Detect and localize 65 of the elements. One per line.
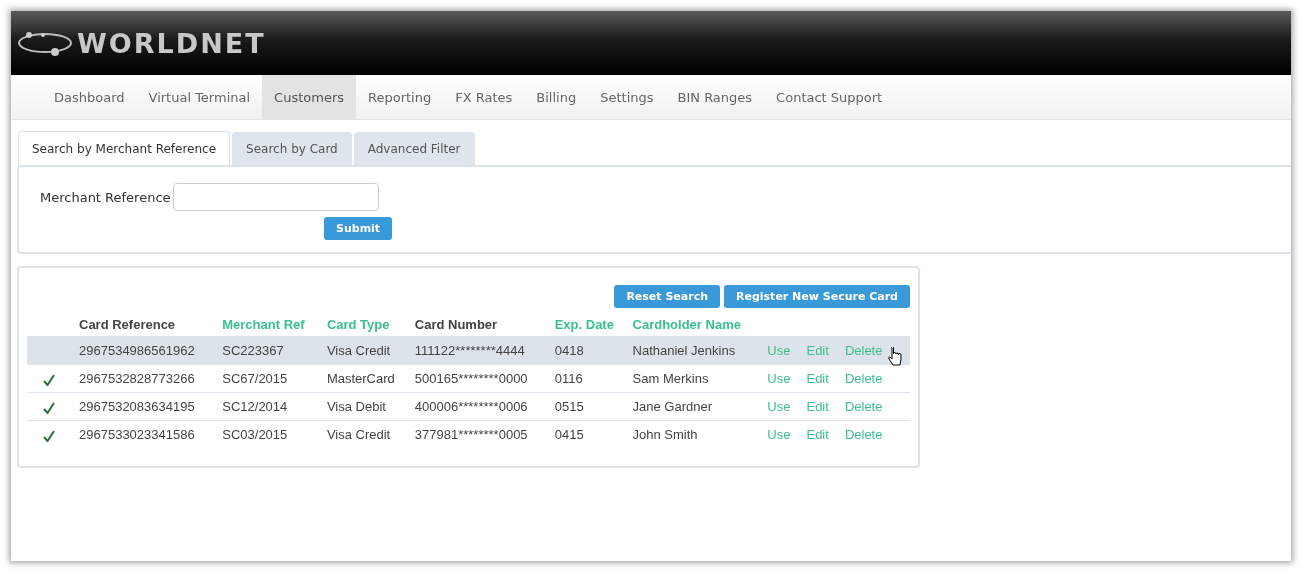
row-link[interactable]: Delete bbox=[844, 399, 883, 414]
table-row[interactable]: 2967533023341586 SC03/2015 Visa Credit 377981********0005 0415 John Smith Use Edit Delete bbox=[27, 420, 910, 448]
row-link[interactable]: Edit bbox=[806, 371, 829, 386]
nav-item[interactable]: Settings bbox=[588, 75, 666, 119]
table-cell: SC03/2015 bbox=[222, 427, 288, 442]
table-cell: Visa Debit bbox=[326, 399, 386, 414]
column-header[interactable]: Exp. Date bbox=[554, 316, 614, 332]
nav-item[interactable]: Customers bbox=[262, 75, 356, 119]
table-cell: 0515 bbox=[554, 399, 584, 414]
table-cell: Jane Gardner bbox=[632, 399, 713, 414]
table-cell: 2967533023341586 bbox=[79, 427, 195, 442]
nav-item[interactable]: FX Rates bbox=[443, 75, 525, 119]
table-cell: SC12/2014 bbox=[222, 399, 288, 414]
row-link[interactable]: Use bbox=[767, 399, 791, 414]
tab[interactable]: Search by Merchant Reference bbox=[18, 131, 231, 165]
table-cell: 400006********0006 bbox=[414, 399, 528, 414]
table-cell: John Smith bbox=[632, 427, 698, 442]
table-row[interactable]: 2967532828773266 SC67/2015 MasterCard 500165********0000 0116 Sam Merkins Use Edit Delete bbox=[27, 364, 910, 393]
tab[interactable]: Advanced Filter bbox=[353, 132, 475, 165]
nav-item[interactable]: BIN Ranges bbox=[665, 75, 765, 119]
field-label: Merchant Reference bbox=[40, 189, 171, 205]
table-cell: 2967532828773266 bbox=[79, 371, 195, 386]
table-cell: Sam Merkins bbox=[632, 371, 709, 386]
table-cell: 500165********0000 bbox=[414, 371, 528, 386]
nav-item[interactable]: Dashboard bbox=[42, 75, 137, 119]
row-link[interactable]: Delete bbox=[844, 427, 883, 442]
column-header[interactable]: Merchant Ref bbox=[222, 316, 305, 332]
table-cell: 0415 bbox=[554, 427, 584, 442]
hand-cursor-icon bbox=[887, 347, 904, 369]
nav-item[interactable]: Billing bbox=[524, 75, 589, 119]
tab[interactable]: Search by Card bbox=[232, 132, 352, 165]
column-header[interactable]: Card Type bbox=[326, 316, 390, 332]
table-cell: 377981********0005 bbox=[414, 427, 528, 442]
table-cell: 2967534986561962 bbox=[79, 343, 195, 358]
column-header[interactable]: Cardholder Name bbox=[632, 316, 741, 332]
table-cell: SC223367 bbox=[222, 343, 284, 358]
row-link[interactable]: Use bbox=[767, 371, 791, 386]
column-header: Card Reference bbox=[79, 316, 176, 332]
table-cell: 0418 bbox=[554, 343, 584, 358]
row-link[interactable]: Delete bbox=[844, 343, 883, 358]
table-cell: 2967532083634195 bbox=[79, 399, 195, 414]
table-cell: 0116 bbox=[554, 371, 583, 386]
action-button[interactable]: Register New Secure Card bbox=[724, 285, 910, 308]
nav-item[interactable]: Contact Support bbox=[764, 75, 895, 119]
row-link[interactable]: Use bbox=[767, 427, 791, 442]
table-cell: Visa Credit bbox=[326, 427, 391, 442]
table-cell: Nathaniel Jenkins bbox=[632, 343, 736, 358]
row-link[interactable]: Edit bbox=[806, 343, 829, 358]
table-cell: SC67/2015 bbox=[222, 371, 288, 386]
row-link[interactable]: Edit bbox=[806, 427, 829, 442]
table-cell: MasterCard bbox=[326, 371, 395, 386]
row-link[interactable]: Use bbox=[767, 343, 791, 358]
column-header: Card Number bbox=[414, 316, 498, 332]
table-cell: Visa Credit bbox=[326, 343, 391, 358]
submit-button[interactable]: Submit bbox=[324, 217, 393, 240]
row-link[interactable]: Delete bbox=[844, 371, 883, 386]
action-button[interactable]: Reset Search bbox=[614, 285, 720, 308]
nav-item[interactable]: Virtual Terminal bbox=[136, 75, 263, 119]
table-row[interactable]: 2967534986561962 SC223367 Visa Credit 111122********4444 0418 Nathaniel Jenkins Use Edit Delete bbox=[27, 336, 910, 365]
table-cell: 111122********4444 bbox=[414, 343, 525, 358]
nav-item[interactable]: Reporting bbox=[356, 75, 444, 119]
table-row[interactable]: 2967532083634195 SC12/2014 Visa Debit 400006********0006 0515 Jane Gardner Use Edit Delete bbox=[27, 392, 910, 421]
row-link[interactable]: Edit bbox=[806, 399, 829, 414]
brand-name: WORLDNET bbox=[77, 27, 266, 59]
merchant-reference-field[interactable] bbox=[172, 183, 379, 211]
